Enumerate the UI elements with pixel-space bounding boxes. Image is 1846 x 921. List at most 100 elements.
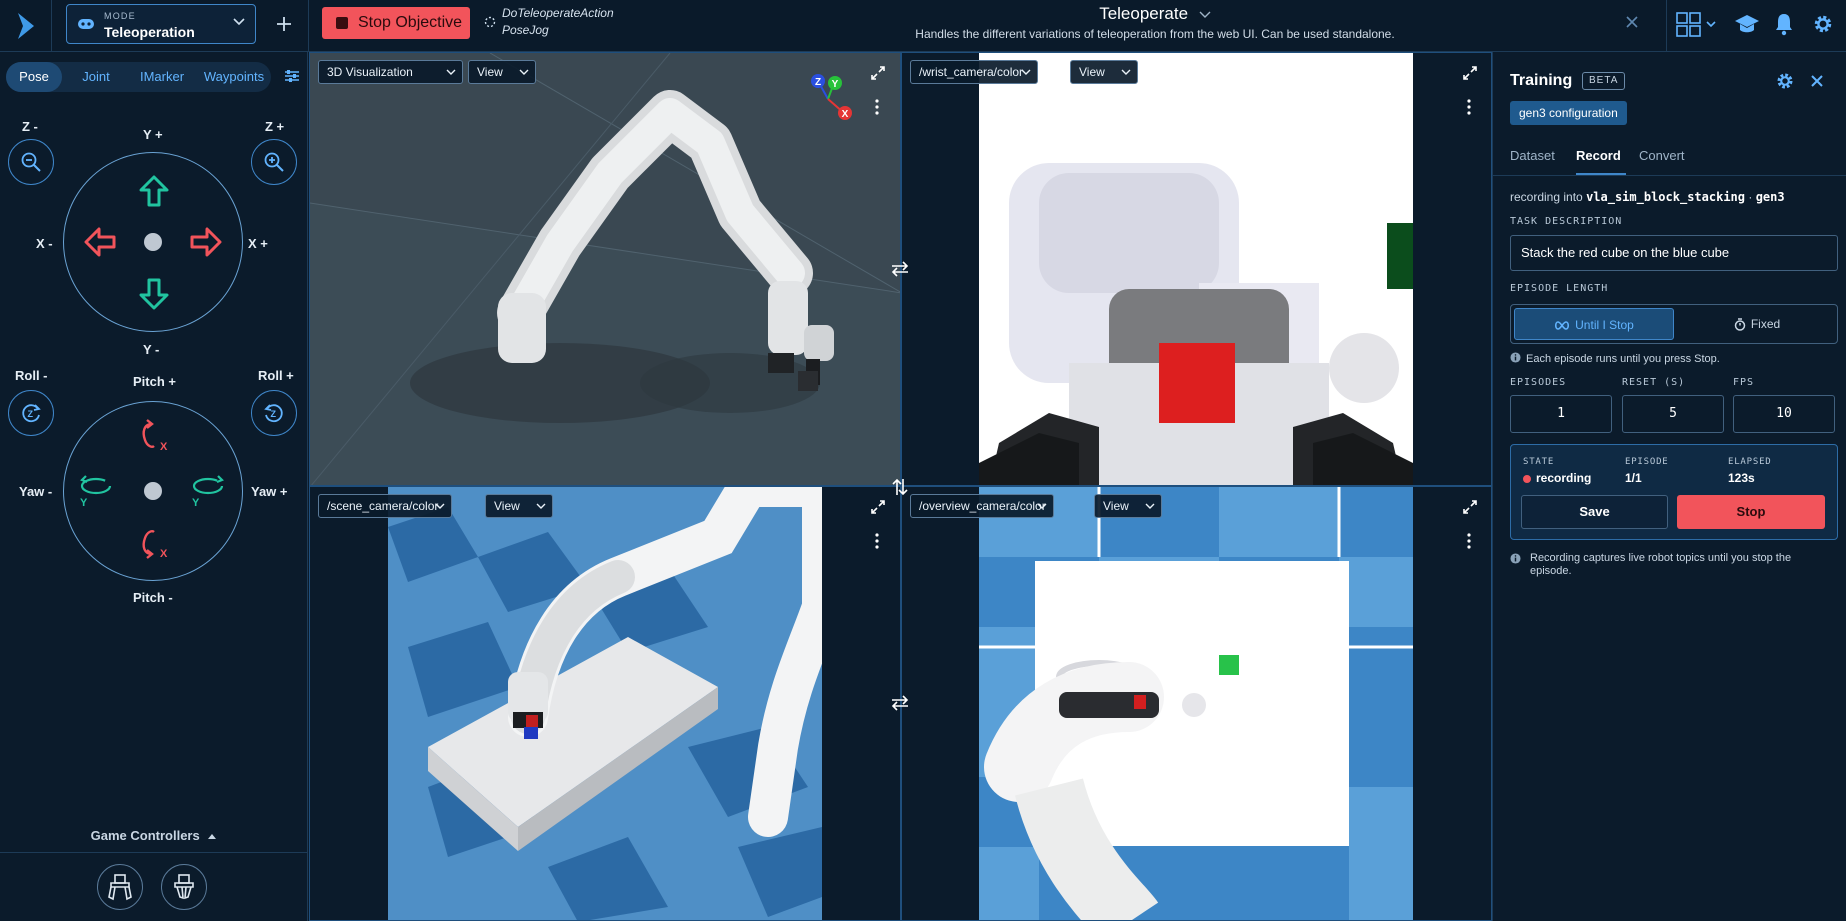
app-root: MODE Teleoperation Stop Objective DoTele… bbox=[0, 0, 1846, 921]
recording-target: recording into vla_sim_block_stacking · … bbox=[1510, 190, 1785, 204]
elapsed-label: ELAPSED bbox=[1728, 457, 1772, 467]
pitch-minus-icon[interactable]: X bbox=[132, 524, 172, 562]
viewport-source-select[interactable]: /scene_camera/color bbox=[318, 494, 452, 518]
pitch-plus-label: Pitch + bbox=[133, 374, 176, 389]
teleop-settings-button[interactable] bbox=[284, 68, 300, 89]
expand-icon[interactable] bbox=[1462, 65, 1478, 81]
viewport-view-select[interactable]: View bbox=[1070, 60, 1138, 84]
yaw-minus-icon[interactable]: Y bbox=[76, 472, 116, 510]
task-description-input[interactable]: Stack the red cube on the blue cube bbox=[1510, 235, 1838, 271]
recording-hint: Recording captures live robot topics unt… bbox=[1510, 552, 1835, 578]
viewport-overview-camera[interactable]: /overview_camera/color View bbox=[901, 486, 1492, 921]
pitch-minus-label: Pitch - bbox=[133, 590, 173, 605]
zoom-out-button[interactable] bbox=[8, 139, 54, 185]
until-stop-option[interactable]: Until I Stop bbox=[1514, 308, 1674, 340]
stop-button[interactable]: Stop bbox=[1677, 495, 1825, 529]
roll-plus-button[interactable]: Z bbox=[251, 390, 297, 436]
tab-waypoints[interactable]: Waypoints bbox=[198, 62, 270, 92]
viewport-source-select[interactable]: 3D Visualization bbox=[318, 60, 463, 84]
axis-gizmo: Z Y X bbox=[811, 74, 852, 120]
gripper-open-button[interactable] bbox=[97, 864, 143, 910]
arrow-down-icon[interactable] bbox=[137, 277, 171, 311]
reset-seconds-input[interactable]: 5 bbox=[1622, 395, 1724, 433]
fps-input[interactable]: 10 bbox=[1733, 395, 1835, 433]
rotate-z-cw-icon: Z bbox=[264, 404, 283, 423]
swap-vertical-icon[interactable] bbox=[891, 477, 909, 497]
rotation-axis-label: Z bbox=[271, 409, 277, 419]
roll-plus-label: Roll + bbox=[258, 368, 294, 383]
viewport-view-select[interactable]: View bbox=[485, 494, 553, 518]
objective-title[interactable]: Teleoperate bbox=[880, 4, 1430, 24]
caret-up-icon bbox=[208, 834, 217, 839]
fps-label: FPS bbox=[1733, 377, 1755, 388]
game-controllers-toggle[interactable]: Game Controllers bbox=[0, 828, 308, 843]
rotation-axis-label: Y bbox=[192, 497, 200, 509]
viewport-scene-camera[interactable]: /scene_camera/color View bbox=[309, 486, 901, 921]
stop-objective-button[interactable]: Stop Objective bbox=[322, 7, 470, 39]
viewport-view-label: View bbox=[477, 65, 503, 79]
expand-icon[interactable] bbox=[870, 499, 886, 515]
chevron-down-icon bbox=[536, 503, 546, 509]
rotation-center-dot bbox=[144, 482, 162, 500]
chevron-down-icon bbox=[1199, 11, 1211, 18]
pitch-plus-icon[interactable]: X bbox=[132, 418, 172, 456]
chevron-down-icon bbox=[233, 18, 245, 26]
chevron-down-icon bbox=[519, 69, 529, 75]
elapsed-value: 123s bbox=[1728, 471, 1755, 485]
episode-hint-text: Each episode runs until you press Stop. bbox=[1526, 353, 1720, 365]
swap-horizontal-icon[interactable] bbox=[890, 694, 910, 712]
arrow-left-icon[interactable] bbox=[83, 225, 117, 259]
more-vertical-icon[interactable] bbox=[874, 99, 880, 115]
yaw-plus-icon[interactable]: Y bbox=[188, 472, 228, 510]
zoom-in-button[interactable] bbox=[251, 139, 297, 185]
y-minus-label: Y - bbox=[143, 342, 160, 357]
expand-icon[interactable] bbox=[870, 65, 886, 81]
gear-icon bbox=[1814, 15, 1832, 33]
swap-horizontal-icon[interactable] bbox=[890, 260, 910, 278]
tab-pose[interactable]: Pose bbox=[6, 62, 62, 92]
tab-joint[interactable]: Joint bbox=[66, 62, 126, 92]
episodes-label: EPISODES bbox=[1510, 377, 1567, 388]
arrow-up-icon[interactable] bbox=[137, 174, 171, 208]
roll-minus-button[interactable]: Z bbox=[8, 390, 54, 436]
chevron-down-icon bbox=[1037, 503, 1047, 509]
mode-selector[interactable]: MODE Teleoperation bbox=[66, 4, 256, 44]
info-icon bbox=[1510, 553, 1521, 564]
arrow-right-icon[interactable] bbox=[189, 225, 223, 259]
expand-icon[interactable] bbox=[1462, 499, 1478, 515]
viewport-wrist-camera[interactable]: /wrist_camera/color View bbox=[901, 52, 1492, 486]
viewport-source-select[interactable]: /wrist_camera/color bbox=[910, 60, 1038, 84]
settings-button[interactable] bbox=[1812, 12, 1834, 41]
close-objective-button[interactable] bbox=[1624, 14, 1640, 35]
gripper-close-button[interactable] bbox=[161, 864, 207, 910]
recording-prefix: recording into bbox=[1510, 190, 1583, 204]
grid-layout-icon bbox=[1676, 12, 1716, 37]
layout-button[interactable] bbox=[1676, 12, 1718, 43]
training-panel: Training BETA gen3 configuration Dataset… bbox=[1492, 52, 1846, 921]
more-vertical-icon[interactable] bbox=[1466, 533, 1472, 549]
tab-record[interactable]: Record bbox=[1576, 148, 1621, 163]
more-vertical-icon[interactable] bbox=[874, 533, 880, 549]
episodes-input[interactable]: 1 bbox=[1510, 395, 1612, 433]
viewport-source-select[interactable]: /overview_camera/color bbox=[910, 494, 1054, 518]
viewport-view-select[interactable]: View bbox=[1094, 494, 1162, 518]
save-button[interactable]: Save bbox=[1521, 495, 1668, 529]
more-vertical-icon[interactable] bbox=[1466, 99, 1472, 115]
rotation-axis-label: Z bbox=[28, 409, 34, 419]
gear-icon[interactable] bbox=[1775, 71, 1795, 91]
tab-convert[interactable]: Convert bbox=[1639, 148, 1685, 163]
viewport-3d-visualization[interactable]: 3D Visualization View Z Y X bbox=[309, 52, 901, 486]
tab-dataset[interactable]: Dataset bbox=[1510, 148, 1555, 163]
notifications-button[interactable] bbox=[1774, 12, 1794, 41]
app-logo[interactable] bbox=[0, 0, 52, 52]
recording-state-card: STATE EPISODE ELAPSED recording 1/1 123s… bbox=[1510, 444, 1838, 540]
close-icon[interactable] bbox=[1809, 73, 1825, 89]
fixed-option[interactable]: Fixed bbox=[1679, 308, 1835, 340]
config-chip[interactable]: gen3 configuration bbox=[1510, 101, 1627, 125]
reset-label: RESET (S) bbox=[1622, 377, 1686, 388]
add-mode-button[interactable] bbox=[270, 10, 298, 38]
viewport-view-select[interactable]: View bbox=[468, 60, 536, 84]
state-value: recording bbox=[1523, 471, 1591, 485]
training-button[interactable] bbox=[1734, 12, 1760, 41]
tab-imarker[interactable]: IMarker bbox=[130, 62, 194, 92]
